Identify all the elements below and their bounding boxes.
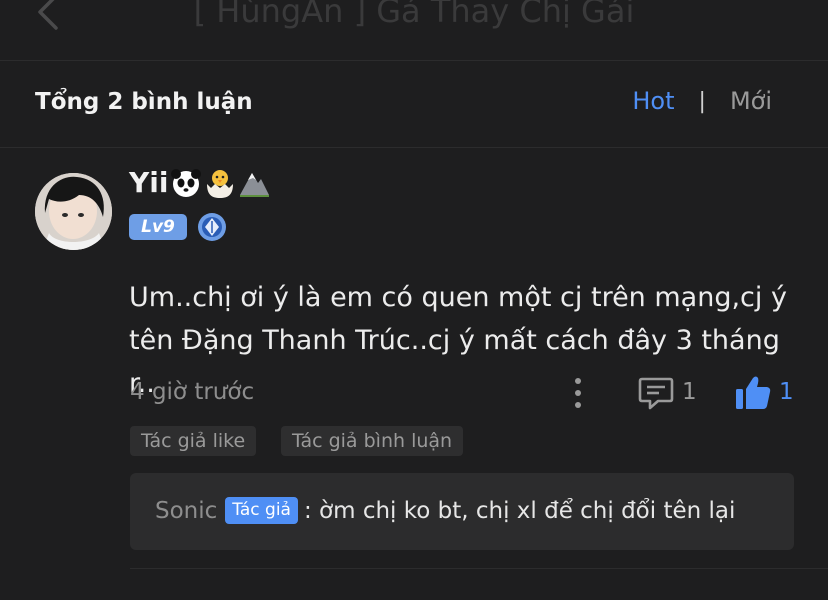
avatar-image — [35, 173, 112, 250]
reply-text: : ờm chị ko bt, chị xl để chị đổi tên lạ… — [303, 497, 736, 524]
reply-line: Sonic Tác giả : ờm chị ko bt, chị xl để … — [155, 497, 735, 524]
author-replied-tag: Tác giả bình luận — [281, 426, 464, 456]
reply-count: 1 — [682, 379, 697, 405]
sort-new-tab[interactable]: Mới — [730, 87, 772, 115]
panda-icon — [171, 168, 202, 197]
reply-comment-icon[interactable] — [638, 376, 674, 410]
vip-diamond-icon — [198, 213, 226, 241]
comment-username[interactable]: Yii — [129, 166, 270, 199]
comments-header: Tổng 2 bình luận Hot | Mới — [0, 61, 828, 148]
comment-time: 4 giờ trước — [130, 379, 255, 405]
avatar[interactable] — [35, 173, 112, 250]
level-badge: Lv9 — [129, 214, 187, 240]
thumbs-up-icon[interactable] — [734, 374, 772, 412]
sort-hot-tab[interactable]: Hot — [632, 87, 674, 115]
more-options-icon[interactable] — [570, 376, 586, 410]
hatching-chick-icon — [207, 169, 234, 198]
top-bar: [ HùngAn ] Gả Thay Chị Gái — [0, 0, 828, 61]
reply-author-name[interactable]: Sonic — [155, 498, 217, 524]
sort-separator: | — [698, 88, 706, 114]
page-title: [ HùngAn ] Gả Thay Chị Gái — [193, 0, 635, 30]
username-text: Yii — [129, 166, 169, 199]
author-reply-box[interactable]: Sonic Tác giả : ờm chị ko bt, chị xl để … — [130, 473, 794, 550]
sort-options: Hot | Mới — [632, 87, 772, 115]
comment-count-label: Tổng 2 bình luận — [35, 89, 253, 115]
mountain-icon — [240, 172, 270, 197]
like-count: 1 — [779, 379, 794, 405]
author-liked-tag: Tác giả like — [130, 426, 257, 456]
divider — [130, 568, 828, 569]
author-badge: Tác giả — [225, 497, 298, 524]
